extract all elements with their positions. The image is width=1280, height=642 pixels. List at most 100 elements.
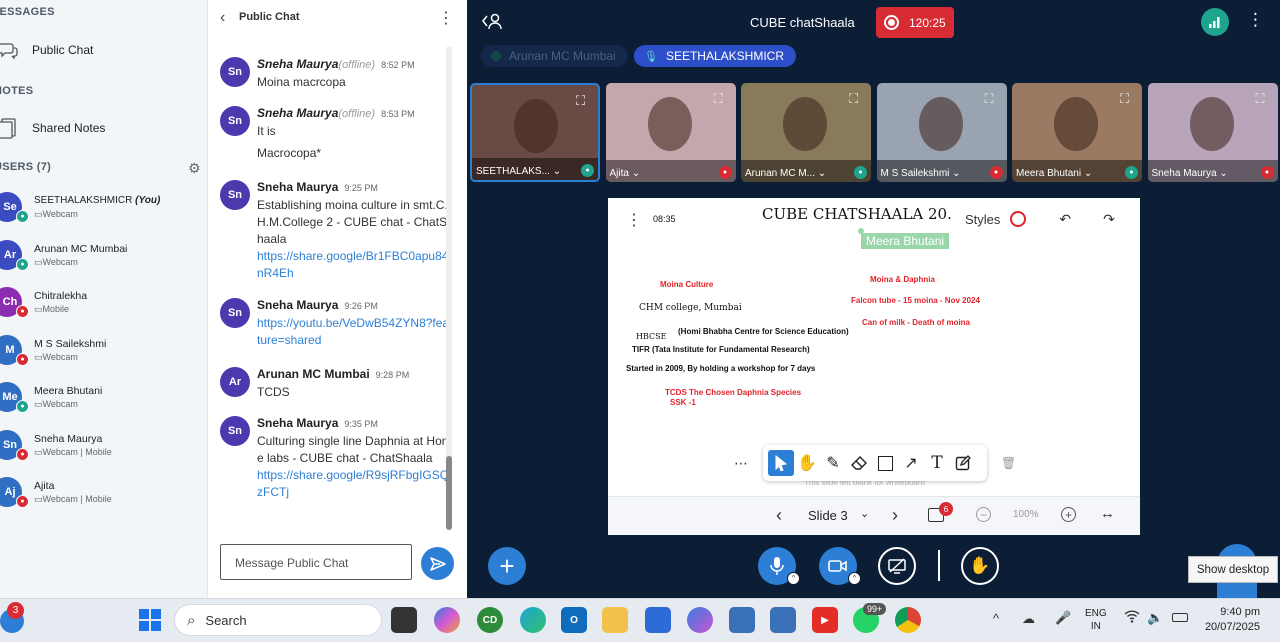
region-code: IN <box>1090 621 1101 632</box>
whiteboard[interactable]: ⋮ 08:35 CUBE CHATSHAALA 20.07.2 Styles ↶… <box>608 198 1140 535</box>
zoom-in-icon[interactable]: + <box>1061 507 1076 522</box>
python-idle-icon[interactable] <box>770 607 796 633</box>
task-view-icon[interactable] <box>391 607 417 633</box>
screenshare-button[interactable] <box>878 547 916 585</box>
user-list-item[interactable]: Me ● Meera Bhutani ▭Webcam <box>0 376 208 422</box>
undo-icon[interactable]: ↶ <box>1059 211 1071 228</box>
sidebar-item-shared-notes[interactable]: Shared Notes <box>0 111 208 145</box>
options-menu-icon[interactable]: ⋮ <box>1247 10 1264 30</box>
m365-icon[interactable] <box>687 607 713 633</box>
mic-muted-icon: ● <box>16 352 29 366</box>
chevron-up-icon[interactable]: ^ <box>993 611 999 626</box>
select-tool-icon[interactable] <box>768 450 794 476</box>
user-panel-toggle-icon[interactable] <box>481 12 503 35</box>
message-input[interactable]: Message Public Chat <box>220 544 412 580</box>
message-link[interactable]: https://youtu.be/VeDwB54ZYN8?feature=sha… <box>257 316 449 347</box>
text-tool-icon[interactable]: T <box>924 450 950 476</box>
more-tools-icon[interactable]: ⋯ <box>734 455 748 472</box>
whiteboard-menu-icon[interactable]: ⋮ <box>626 210 642 230</box>
message-link[interactable]: https://share.google/R9sjRFbgIGSQzFCTj <box>257 468 449 499</box>
note-tool-icon[interactable] <box>950 450 976 476</box>
send-button[interactable] <box>421 547 454 580</box>
microsoft-store-icon[interactable] <box>645 607 671 633</box>
python-app-icon[interactable] <box>729 607 755 633</box>
user-list-item[interactable]: Se ● SEETHALAKSHMICR (You) ▭Webcam <box>0 186 208 232</box>
previous-slide-icon[interactable]: ‹ <box>776 505 782 526</box>
slide-selector[interactable]: Slide 3 <box>808 508 848 523</box>
microphone-icon[interactable]: 🎤 <box>1055 610 1071 626</box>
redo-icon[interactable]: ↷ <box>1103 211 1115 228</box>
next-slide-icon[interactable]: › <box>892 505 898 526</box>
meeting-title: CUBE chatShaala <box>750 15 855 30</box>
video-tile[interactable]: ⛶ Arunan MC M... ⌄ ● <box>741 83 871 182</box>
styles-label[interactable]: Styles <box>965 212 1000 227</box>
rectangle-tool-icon[interactable] <box>872 450 898 476</box>
hand-tool-icon[interactable]: ✋ <box>794 450 820 476</box>
sidebar-item-label: Public Chat <box>32 43 94 57</box>
eraser-tool-icon[interactable] <box>846 450 872 476</box>
fullscreen-icon[interactable]: ⛶ <box>1256 91 1272 107</box>
chrome-icon[interactable] <box>895 607 921 633</box>
tile-name: Arunan MC M... ⌄ <box>745 168 827 179</box>
participant-video <box>918 97 963 151</box>
sidebar-item-public-chat[interactable]: Public Chat <box>0 33 208 67</box>
message-body: TCDS <box>257 385 290 399</box>
chat-scrollbar[interactable] <box>446 46 452 530</box>
more-options-icon[interactable]: ⋮ <box>438 8 454 28</box>
fullscreen-icon[interactable]: ⛶ <box>576 93 592 109</box>
pencil-tool-icon[interactable]: ✎ <box>820 450 846 476</box>
record-icon <box>884 15 899 30</box>
file-explorer-icon[interactable] <box>602 607 628 633</box>
youtube-icon[interactable]: ▶ <box>812 607 838 633</box>
language-indicator[interactable]: ENG IN <box>1085 607 1107 633</box>
actions-button[interactable]: + <box>488 547 526 585</box>
video-tile[interactable]: ⛶ Sneha Maurya ⌄ ● <box>1147 83 1278 182</box>
windows-start-icon[interactable] <box>139 609 161 636</box>
speaker-icon[interactable]: 🔈 <box>1147 610 1163 626</box>
cd-app-icon[interactable]: CD <box>477 607 503 633</box>
scrollbar-thumb[interactable] <box>446 456 452 530</box>
talker-pill: Arunan MC Mumbai <box>481 45 628 67</box>
camera-button[interactable]: ^ <box>819 547 861 585</box>
video-tile[interactable]: ⛶ M S Sailekshmi ⌄ ● <box>876 83 1007 182</box>
color-picker-icon[interactable] <box>1010 211 1027 227</box>
copilot-icon[interactable] <box>434 607 460 633</box>
mute-button[interactable]: ^ <box>758 547 800 585</box>
message-link[interactable]: https://share.google/Br1FBC0apu84nR4Eh <box>257 249 448 280</box>
zoom-out-icon[interactable]: − <box>976 507 991 522</box>
note-homi: (Homi Bhabha Centre for Science Educatio… <box>678 327 849 336</box>
fullscreen-icon[interactable]: ⛶ <box>714 91 730 107</box>
video-tile[interactable]: ⛶ Meera Bhutani ⌄ ● <box>1012 83 1142 182</box>
chevron-left-icon[interactable]: ‹ <box>220 9 225 27</box>
connection-status-button[interactable] <box>1201 8 1229 36</box>
edge-browser-icon[interactable] <box>520 607 546 633</box>
user-list-item[interactable]: Ch ● Chitralekha ▭Mobile <box>0 281 208 327</box>
cloud-icon[interactable]: ☁ <box>1022 611 1035 627</box>
fit-width-icon[interactable]: ↔ <box>1100 505 1115 522</box>
app-window: MESSAGES Public Chat NOTES Shared Notes … <box>0 0 1280 598</box>
user-list-item[interactable]: M ● M S Sailekshmi ▭Webcam <box>0 329 208 375</box>
taskbar-search[interactable]: ⌕ Search <box>174 604 382 636</box>
fullscreen-icon[interactable]: ⛶ <box>1120 91 1136 107</box>
battery-icon[interactable] <box>1172 613 1188 622</box>
fullscreen-icon[interactable]: ⛶ <box>849 91 865 107</box>
fullscreen-icon[interactable]: ⛶ <box>985 91 1001 107</box>
video-tile[interactable]: ⛶ SEETHALAKS... ⌄ ● <box>470 83 600 182</box>
recording-button[interactable]: 120:25 <box>876 7 954 38</box>
user-list-item[interactable]: Ar ● Arunan MC Mumbai ▭Webcam <box>0 234 208 280</box>
video-tile[interactable]: ⛶ Ajita ⌄ ● <box>605 83 736 182</box>
participant-video <box>1189 97 1234 151</box>
outlook-icon[interactable]: O <box>561 607 587 633</box>
arrow-tool-icon[interactable]: ↗ <box>898 450 924 476</box>
chevron-up-icon[interactable]: ^ <box>848 572 861 585</box>
wifi-icon[interactable] <box>1124 610 1140 626</box>
gear-icon[interactable]: ⚙ <box>188 160 201 177</box>
chevron-down-icon[interactable]: ⌄ <box>860 507 869 520</box>
trash-icon[interactable]: 🗑 <box>1001 456 1016 470</box>
user-list-item[interactable]: Aj ● Ajita ▭Webcam | Mobile <box>0 471 208 517</box>
user-list-item[interactable]: Sn ● Sneha Maurya ▭Webcam | Mobile <box>0 424 208 470</box>
chevron-up-icon[interactable]: ^ <box>787 572 800 585</box>
whiteboard-toolbar: ✋ ✎ ↗ T <box>763 445 987 481</box>
raise-hand-button[interactable]: ✋ <box>961 547 999 585</box>
clock[interactable]: 9:40 pm 20/07/2025 <box>1200 605 1260 635</box>
